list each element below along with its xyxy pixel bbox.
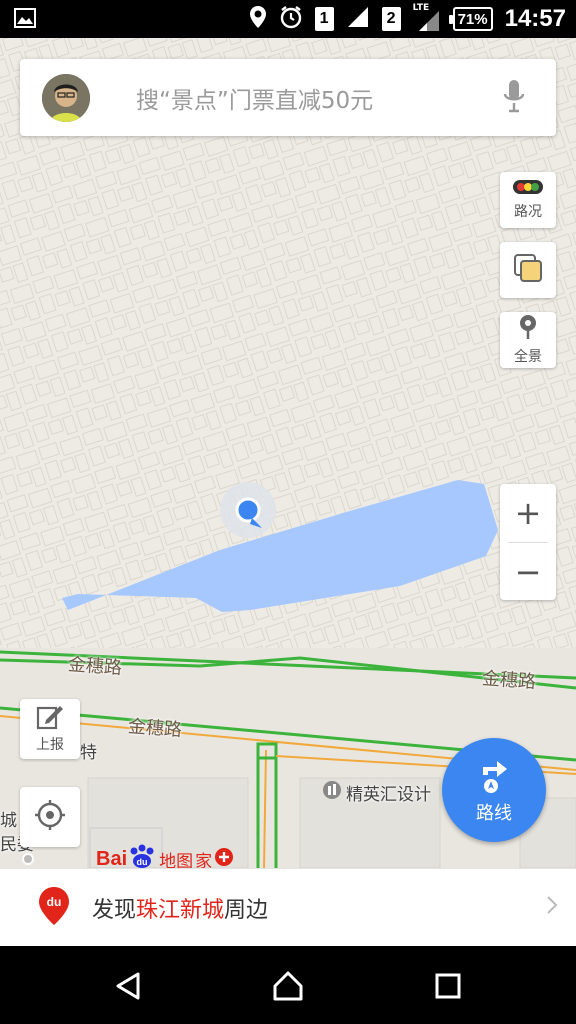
turn-arrow-icon (479, 755, 509, 797)
layers-button[interactable] (500, 242, 556, 298)
locate-target-icon (34, 799, 66, 835)
back-icon[interactable] (112, 970, 144, 1002)
report-label: 上报 (36, 737, 64, 753)
home-icon[interactable] (272, 970, 304, 1002)
baidu-paw-icon: du (127, 844, 157, 868)
traffic-label: 路况 (514, 204, 542, 220)
discover-text: 发现珠江新城周边 (92, 892, 546, 924)
layers-icon (511, 251, 545, 289)
report-button[interactable]: 上报 (20, 699, 80, 759)
add-circle-icon (214, 847, 234, 868)
recents-icon[interactable] (432, 970, 464, 1002)
system-nav-bar (0, 946, 576, 1024)
discover-area-name: 珠江新城 (136, 897, 225, 923)
locate-button[interactable] (20, 787, 80, 847)
road-label-jinsui-1: 金穗路 (67, 654, 123, 679)
discover-suffix: 周边 (224, 897, 269, 923)
baidu-home-poi[interactable]: Bai du 地图 家 (96, 844, 234, 868)
baidu-home-word: 家 (195, 851, 213, 869)
battery-percent: 71% (457, 10, 488, 28)
panorama-pin-icon (517, 314, 539, 344)
discover-banner[interactable]: du 发现珠江新城周边 (0, 868, 576, 946)
road-label-jinsui-3: 金穗路 (127, 716, 183, 741)
traffic-button[interactable]: 路况 (500, 172, 556, 228)
zoom-out-button[interactable]: − (500, 543, 556, 601)
poi-partial-cheng[interactable]: 城 (0, 806, 17, 831)
edit-icon (36, 704, 64, 734)
poi-partial-te[interactable]: 特 (80, 738, 97, 763)
location-dot (235, 497, 261, 523)
status-bar: 1 2 LTE 71% 14:57 (0, 0, 576, 38)
pin-du-text: du (47, 895, 62, 909)
baidu-map-word: 地图 (159, 851, 194, 869)
svg-text:du: du (137, 857, 148, 867)
panorama-button[interactable]: 全景 (500, 312, 556, 368)
poi-jingying-label: 精英汇设计 (346, 785, 431, 805)
search-placeholder[interactable]: 搜“景点”门票直减50元 (136, 81, 502, 115)
sim2-icon: 2 (381, 7, 401, 31)
zoom-controls: + − (500, 484, 556, 600)
search-bar[interactable]: 搜“景点”门票直减50元 (20, 59, 556, 136)
small-poi-dot (22, 853, 34, 865)
chevron-right-icon (546, 895, 558, 921)
traffic-light-icon (512, 179, 544, 199)
microphone-icon[interactable] (502, 79, 526, 117)
poi-jingying-design[interactable]: 精英汇设计 (322, 780, 431, 805)
alarm-icon (279, 5, 303, 33)
baidu-logo-text: Bai (96, 847, 128, 869)
building-icon (322, 780, 342, 805)
road-label-jinsui-2: 金穗路 (481, 668, 537, 693)
baidu-pin-icon: du (38, 886, 70, 930)
battery-icon: 71% (448, 7, 493, 31)
zoom-in-button[interactable]: + (500, 484, 556, 542)
avatar[interactable] (42, 73, 90, 122)
discover-prefix: 发现 (92, 897, 137, 923)
image-icon (14, 8, 36, 32)
route-button[interactable]: 路线 (442, 738, 546, 842)
route-label: 路线 (476, 803, 512, 824)
clock: 14:57 (504, 5, 566, 32)
signal-icon (346, 5, 370, 33)
location-icon (249, 5, 267, 33)
lte-signal-icon: LTE (413, 3, 441, 33)
sim1-icon: 1 (314, 7, 334, 31)
panorama-label: 全景 (514, 349, 542, 365)
